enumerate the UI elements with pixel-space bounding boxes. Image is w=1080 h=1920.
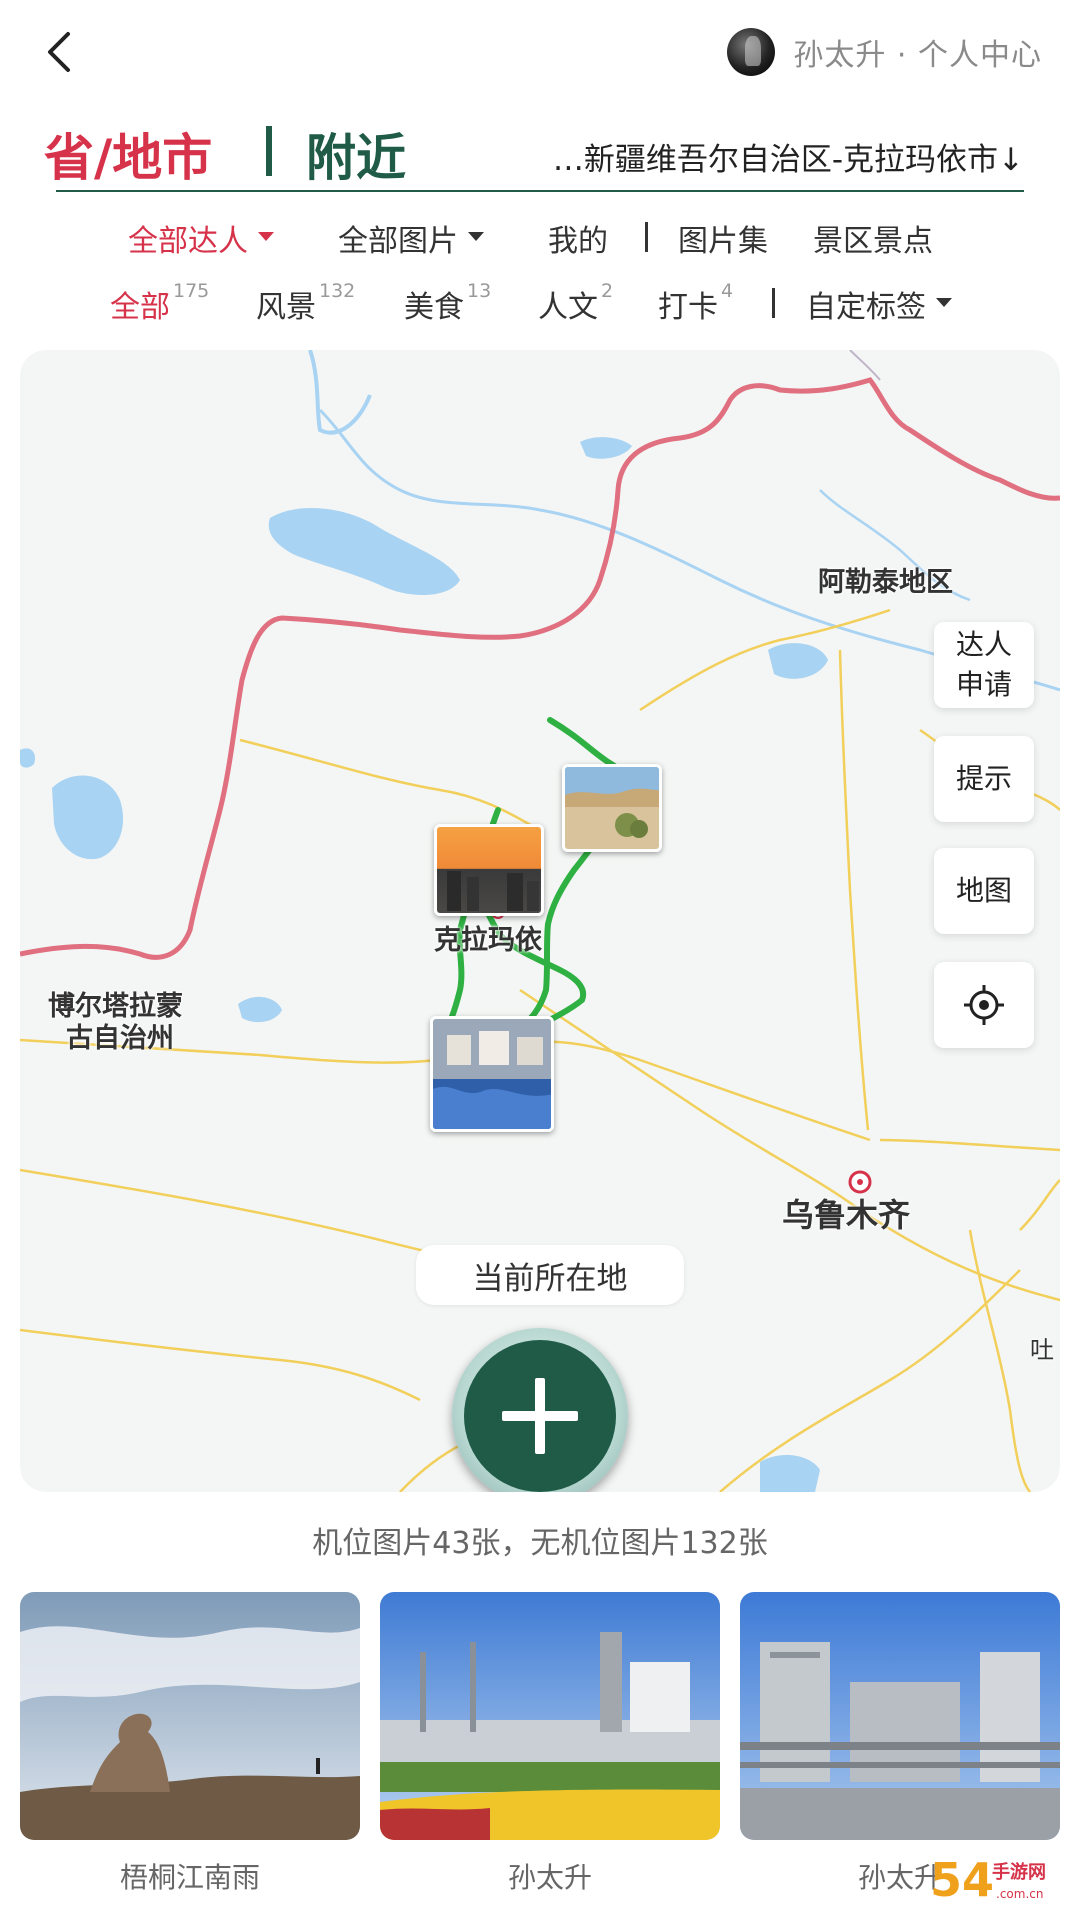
- tag-custom-label: 自定标签: [806, 290, 926, 325]
- tab-nearby[interactable]: 附近: [306, 118, 406, 190]
- tag-all-count: 175: [173, 280, 210, 302]
- filter-separator: [772, 288, 775, 318]
- current-location-button[interactable]: 当前所在地: [416, 1245, 684, 1305]
- tab-divider: [266, 126, 272, 176]
- svg-text:54: 54: [930, 1853, 994, 1907]
- lake-ebinur: [52, 775, 124, 860]
- tips-button[interactable]: 提示: [934, 736, 1034, 822]
- road-4: [639, 608, 891, 712]
- road-12: [1019, 1179, 1060, 1231]
- map-label-urumqi: 乌鲁木齐: [782, 1196, 911, 1234]
- road-13: [20, 1328, 421, 1402]
- tag-checkin[interactable]: 打卡 4: [658, 280, 734, 326]
- caret-down-icon: [258, 232, 274, 241]
- road-7: [879, 1138, 1060, 1152]
- filter-albums-label: 图片集: [678, 224, 768, 259]
- caret-down-icon: [936, 298, 952, 307]
- gallery-author: 孙太升: [507, 1861, 592, 1894]
- filter-all-pictures-label: 全部图片: [338, 224, 458, 259]
- header-underline: [56, 190, 1024, 192]
- map-photo-desert[interactable]: [562, 764, 662, 852]
- tag-culture[interactable]: 人文 2: [538, 280, 614, 326]
- lake-sayram: [238, 996, 282, 1023]
- svg-text:手游网: 手游网: [992, 1861, 1046, 1883]
- tab-province[interactable]: 省/地市: [44, 118, 212, 190]
- lake-left-edge: [20, 748, 36, 768]
- photo-stats: 机位图片43张，无机位图片132张: [312, 1526, 768, 1561]
- gallery-image-plant: [740, 1592, 1060, 1840]
- tag-checkin-count: 4: [721, 280, 734, 302]
- filter-row-primary: 全部达人 全部图片 我的 图片集 景区景点: [0, 216, 1080, 266]
- plus-icon: [464, 1340, 616, 1492]
- svg-text:.com.cn: .com.cn: [996, 1887, 1043, 1901]
- filter-all-experts-label: 全部达人: [128, 224, 248, 259]
- tag-custom[interactable]: 自定标签: [806, 282, 952, 326]
- filter-scenic-spots[interactable]: 景区景点: [813, 216, 933, 260]
- sunset-photo-icon: [437, 827, 541, 913]
- tag-food[interactable]: 美食 13: [404, 280, 492, 326]
- border-gray: [849, 350, 881, 381]
- map-label-karamay: 克拉玛依: [434, 925, 542, 956]
- chevron-left-icon: [48, 32, 70, 72]
- map-label-altay: 阿勒泰地区: [818, 567, 953, 598]
- expert-apply-button[interactable]: 达人 申请: [934, 622, 1034, 708]
- tag-checkin-label: 打卡: [658, 290, 718, 325]
- lake-bottom: [760, 1455, 820, 1492]
- avatar: [727, 28, 776, 76]
- tag-scenery-label: 风景: [256, 290, 316, 325]
- map-label-tu: 吐: [1030, 1336, 1054, 1364]
- filter-mine-label: 我的: [548, 224, 608, 259]
- desert-photo-icon: [565, 767, 659, 849]
- filter-all-pictures[interactable]: 全部图片: [338, 216, 484, 260]
- filter-row-tags: 全部 175 风景 132 美食 13 人文 2 打卡 4 自定标签: [0, 280, 1080, 332]
- exhibit-photo-icon: [433, 1019, 551, 1129]
- photo-gallery: 梧桐江南雨 孙太升 孙太升: [20, 1592, 1060, 1894]
- top-bar: 孙太升 · 个人中心: [0, 0, 1080, 100]
- map-mode-button[interactable]: 地图: [934, 848, 1034, 934]
- user-center-label: 孙太升 · 个人中心: [793, 38, 1042, 73]
- road-9: [719, 1269, 1021, 1492]
- filter-albums[interactable]: 图片集: [678, 216, 768, 260]
- tag-food-label: 美食: [404, 290, 464, 325]
- region-header: 省/地市 附近 …新疆维吾尔自治区-克拉玛依市↓: [44, 112, 1024, 194]
- locate-icon: [964, 985, 1004, 1025]
- locate-button[interactable]: [934, 962, 1034, 1048]
- river-north: [308, 350, 372, 435]
- gallery-image-rock: [20, 1592, 360, 1840]
- gallery-image-refinery: [380, 1592, 720, 1840]
- lake-east: [768, 643, 828, 679]
- lake-small-north: [580, 437, 632, 459]
- filter-all-experts[interactable]: 全部达人: [128, 216, 274, 260]
- user-center-link[interactable]: 孙太升 · 个人中心: [727, 28, 1042, 76]
- gallery-author: 梧桐江南雨: [119, 1861, 260, 1894]
- tag-scenery-count: 132: [319, 280, 356, 302]
- region-selector[interactable]: …新疆维吾尔自治区-克拉玛依市↓: [553, 134, 1024, 179]
- filter-mine[interactable]: 我的: [548, 216, 608, 260]
- filter-scenic-spots-label: 景区景点: [813, 224, 933, 259]
- tag-food-count: 13: [467, 280, 492, 302]
- back-button[interactable]: [32, 22, 92, 82]
- lake-ulungur: [268, 507, 460, 596]
- app-screen: 孙太升 · 个人中心 省/地市 附近 …新疆维吾尔自治区-克拉玛依市↓ 全部达人…: [0, 0, 1080, 1920]
- caret-down-icon: [468, 232, 484, 241]
- map-view[interactable]: 阿勒泰地区 克拉玛依 博尔塔拉蒙 古自治州 乌鲁木齐 吐 达人 申请 提示 地图…: [20, 350, 1060, 1492]
- road-6: [838, 649, 870, 1131]
- tag-culture-count: 2: [601, 280, 614, 302]
- filter-separator: [645, 222, 648, 252]
- tag-culture-label: 人文: [538, 290, 598, 325]
- tag-scenery[interactable]: 风景 132: [256, 280, 356, 326]
- map-label-bortala-2: 古自治州: [66, 1023, 174, 1054]
- add-photo-button[interactable]: [452, 1328, 628, 1492]
- tag-all-label: 全部: [110, 290, 170, 325]
- site-watermark-logo: 54 手游网 .com.cn: [928, 1848, 1068, 1910]
- map-photo-exhibit[interactable]: [430, 1016, 554, 1132]
- tag-all[interactable]: 全部 175: [110, 280, 210, 326]
- road-8: [968, 1229, 1031, 1492]
- map-photo-sunset[interactable]: [434, 824, 544, 916]
